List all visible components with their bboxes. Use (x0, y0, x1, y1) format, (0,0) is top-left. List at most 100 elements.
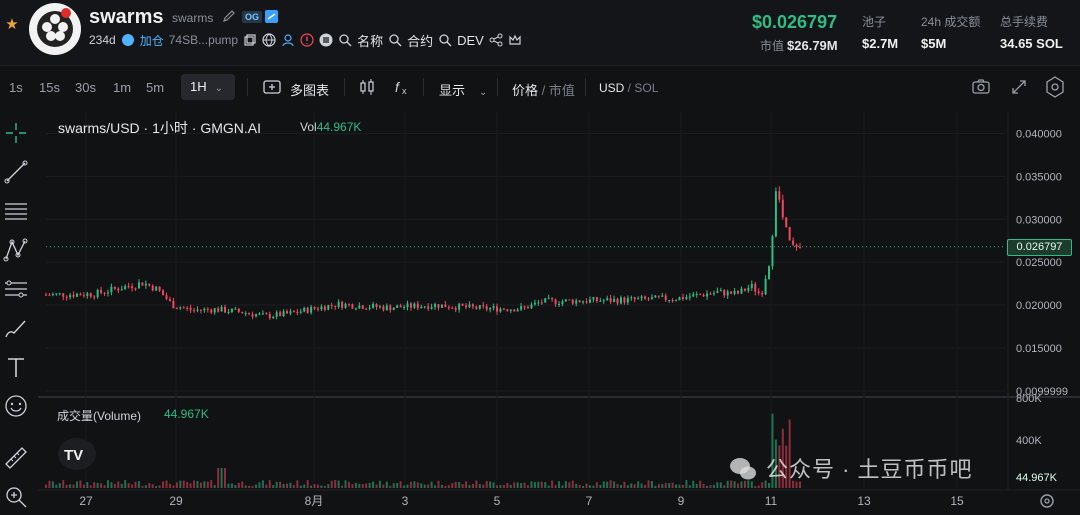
interval-5m[interactable]: 5m (146, 80, 164, 95)
alert-icon[interactable] (300, 33, 314, 47)
candle-body (561, 301, 564, 304)
volume-bar (327, 484, 330, 488)
indicators-fx-icon[interactable]: fx (393, 78, 411, 96)
crown-icon[interactable] (508, 33, 522, 47)
fib-tool-icon[interactable] (3, 276, 29, 302)
candle-body (72, 294, 75, 297)
candle-body (468, 304, 471, 308)
emoji-icon[interactable] (3, 393, 29, 419)
volume-bar (571, 480, 574, 488)
candle-body (764, 279, 767, 295)
candle-body (120, 289, 123, 291)
candle-body (351, 304, 354, 309)
fullscreen-icon[interactable] (1009, 77, 1029, 97)
list-icon[interactable] (319, 33, 333, 47)
interval-1s[interactable]: 1s (9, 80, 23, 95)
candle-body (110, 286, 113, 293)
share-icon[interactable] (489, 33, 503, 47)
candle-body (537, 302, 540, 304)
search-name-link[interactable]: 名称 (357, 31, 383, 50)
candle-body (248, 313, 251, 315)
search-icon[interactable] (388, 33, 402, 47)
candle-body (451, 307, 454, 309)
candle-body (409, 303, 412, 308)
candle-body (365, 308, 368, 310)
volume-pane-title: 成交量(Volume) (57, 409, 142, 423)
price-mcap-toggle[interactable]: 价格 / 市值 (512, 80, 575, 99)
candle-body (265, 313, 268, 315)
candle-body (551, 298, 554, 300)
volume-bar (55, 484, 58, 488)
drawing-tools-panel (0, 112, 34, 515)
volume-bar (62, 480, 65, 488)
search-contract-link[interactable]: 合约 (407, 31, 433, 50)
volume-bar (58, 483, 61, 488)
toolbar-divider (497, 78, 498, 96)
volume-bar (320, 485, 323, 488)
search-icon[interactable] (338, 33, 352, 47)
volume-bar (451, 483, 454, 488)
display-dropdown[interactable]: 显示 ⌄ (439, 80, 487, 99)
currency-toggle[interactable]: USD / SOL (599, 81, 658, 95)
x-tick-label: 27 (79, 494, 93, 508)
horizontal-lines-icon[interactable] (3, 198, 29, 224)
currency-sol: SOL (634, 81, 659, 95)
interval-15s[interactable]: 15s (39, 80, 60, 95)
volume-bar (248, 485, 251, 488)
search-icon[interactable] (438, 33, 452, 47)
settings-icon[interactable] (1045, 76, 1065, 98)
y-tick-label: 0.025000 (1016, 257, 1062, 269)
candle-body (647, 298, 650, 300)
user-icon[interactable] (281, 33, 295, 47)
candle-body (189, 307, 192, 311)
search-dev-link[interactable]: DEV (457, 33, 484, 48)
follow-button[interactable]: 加仓 (140, 32, 164, 49)
volume-bar (344, 480, 347, 488)
volume-bar (103, 485, 106, 488)
volume-bar (702, 484, 705, 488)
candle-body (58, 293, 61, 295)
tradingview-logo[interactable]: TV (58, 438, 96, 470)
text-tool-icon[interactable] (3, 354, 29, 380)
candle-body (726, 291, 729, 296)
volume-bar (275, 481, 278, 488)
interval-30s[interactable]: 30s (75, 80, 96, 95)
twitter-verified-icon[interactable] (265, 10, 278, 23)
volume-bar (230, 483, 233, 488)
volume-bar (478, 484, 481, 488)
pattern-tool-icon[interactable] (3, 237, 29, 263)
globe-icon[interactable] (262, 33, 276, 47)
chart-settings-icon[interactable] (1038, 492, 1056, 510)
multi-chart-button[interactable]: 多图表 (290, 80, 329, 99)
volume-bar (255, 484, 258, 488)
interval-1m[interactable]: 1m (113, 80, 131, 95)
candle-type-icon[interactable] (358, 78, 376, 96)
camera-icon[interactable] (971, 77, 991, 97)
volume-bar (485, 481, 488, 488)
contract-address[interactable]: 74SB...pump (169, 33, 238, 47)
edit-icon[interactable] (222, 9, 236, 23)
volume-bar (392, 483, 395, 488)
candle-body (313, 306, 316, 309)
brush-icon[interactable] (3, 315, 29, 341)
crosshair-icon[interactable] (3, 120, 29, 146)
add-chart-icon[interactable] (263, 79, 281, 95)
volume-bar (588, 485, 591, 488)
interval-1h-dropdown[interactable]: 1H ⌄ (181, 74, 235, 100)
ruler-icon[interactable] (3, 445, 29, 471)
trend-line-icon[interactable] (3, 159, 29, 185)
candle-body (137, 282, 140, 289)
candle-body (712, 292, 715, 294)
mcap-label: 市值 (760, 39, 785, 53)
volume-bar (409, 481, 412, 488)
copy-icon[interactable] (243, 33, 257, 47)
volume-bar (182, 480, 185, 488)
volume-bar (616, 483, 619, 488)
volume-bar (86, 482, 89, 488)
zoom-in-icon[interactable] (3, 484, 29, 510)
volume-bar (389, 485, 392, 488)
candle-body (51, 293, 54, 296)
price-mode: 价格 (512, 83, 539, 98)
favorite-star-icon[interactable]: ★ (4, 17, 20, 33)
x-tick-label: 7 (586, 494, 593, 508)
